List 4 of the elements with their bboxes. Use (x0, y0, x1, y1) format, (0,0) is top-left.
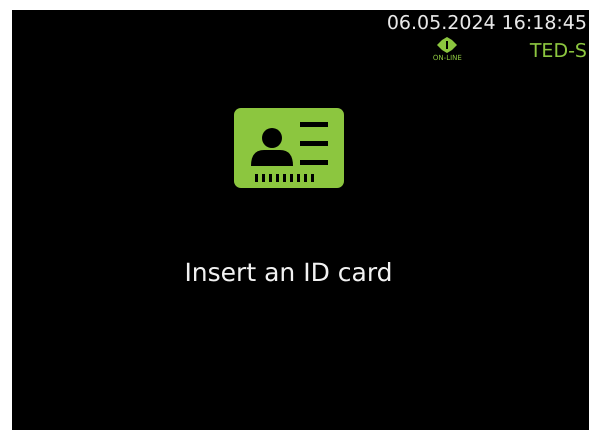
date-time: 06.05.2024 16:18:45 (386, 12, 587, 34)
prompt-message: Insert an ID card (184, 258, 393, 287)
device-name: TED-S (530, 40, 587, 62)
id-card-icon (234, 108, 344, 188)
